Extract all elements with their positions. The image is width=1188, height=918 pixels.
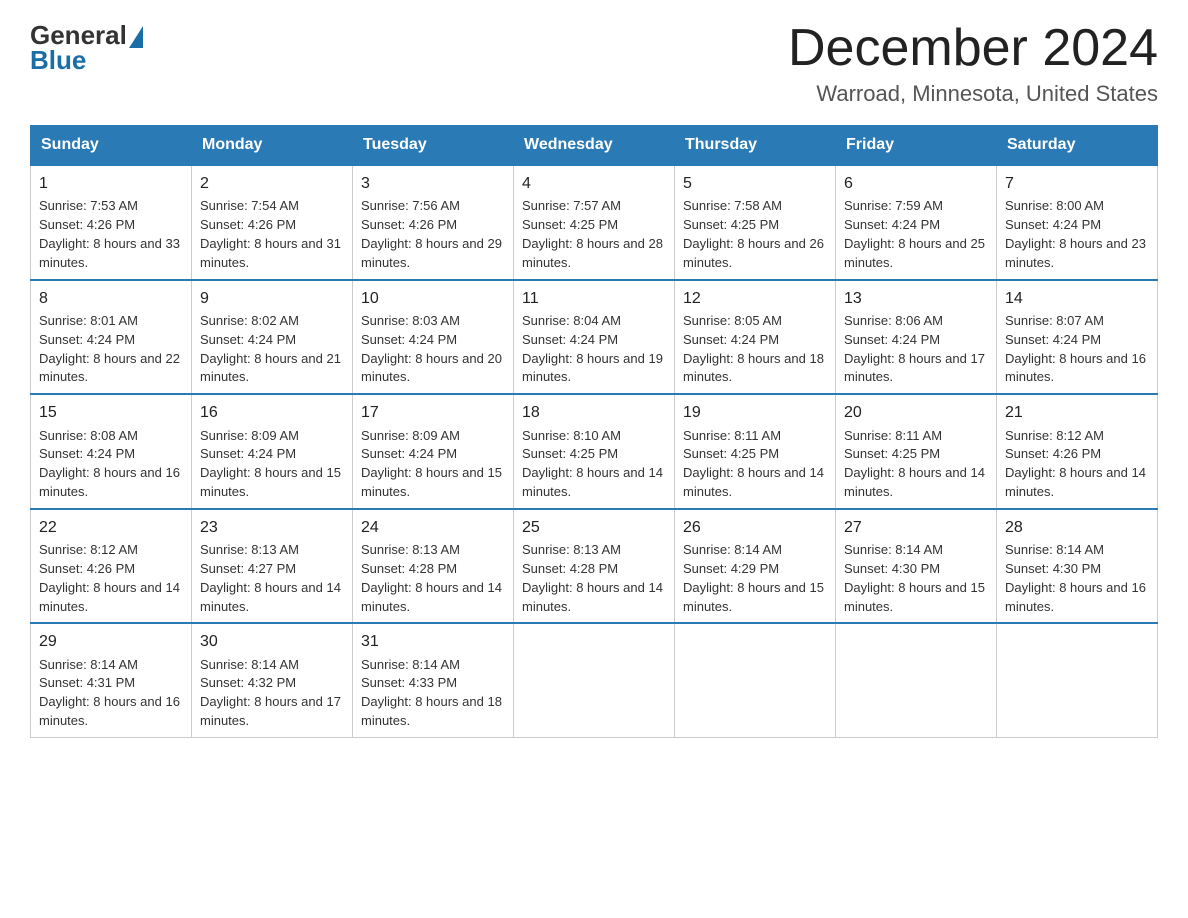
table-row [997,623,1158,737]
day-number: 8 [39,287,183,310]
calendar-week-row: 15Sunrise: 8:08 AMSunset: 4:24 PMDayligh… [31,394,1158,509]
table-row: 24Sunrise: 8:13 AMSunset: 4:28 PMDayligh… [353,509,514,624]
table-row: 7Sunrise: 8:00 AMSunset: 4:24 PMDaylight… [997,165,1158,280]
table-row: 3Sunrise: 7:56 AMSunset: 4:26 PMDaylight… [353,165,514,280]
day-number: 17 [361,401,505,424]
table-row: 31Sunrise: 8:14 AMSunset: 4:33 PMDayligh… [353,623,514,737]
day-number: 6 [844,172,988,195]
table-row: 23Sunrise: 8:13 AMSunset: 4:27 PMDayligh… [192,509,353,624]
day-number: 27 [844,516,988,539]
header-friday: Friday [836,126,997,166]
calendar-header-row: Sunday Monday Tuesday Wednesday Thursday… [31,126,1158,166]
day-number: 12 [683,287,827,310]
day-number: 21 [1005,401,1149,424]
day-number: 22 [39,516,183,539]
table-row: 26Sunrise: 8:14 AMSunset: 4:29 PMDayligh… [675,509,836,624]
table-row: 10Sunrise: 8:03 AMSunset: 4:24 PMDayligh… [353,280,514,395]
header-tuesday: Tuesday [353,126,514,166]
table-row: 14Sunrise: 8:07 AMSunset: 4:24 PMDayligh… [997,280,1158,395]
table-row: 18Sunrise: 8:10 AMSunset: 4:25 PMDayligh… [514,394,675,509]
table-row: 9Sunrise: 8:02 AMSunset: 4:24 PMDaylight… [192,280,353,395]
day-number: 23 [200,516,344,539]
logo-triangle-icon [129,26,143,48]
day-number: 4 [522,172,666,195]
logo: General Blue [30,20,143,76]
table-row: 1Sunrise: 7:53 AMSunset: 4:26 PMDaylight… [31,165,192,280]
table-row: 30Sunrise: 8:14 AMSunset: 4:32 PMDayligh… [192,623,353,737]
calendar-table: Sunday Monday Tuesday Wednesday Thursday… [30,125,1158,738]
table-row: 5Sunrise: 7:58 AMSunset: 4:25 PMDaylight… [675,165,836,280]
table-row [675,623,836,737]
table-row: 25Sunrise: 8:13 AMSunset: 4:28 PMDayligh… [514,509,675,624]
table-row: 17Sunrise: 8:09 AMSunset: 4:24 PMDayligh… [353,394,514,509]
day-number: 25 [522,516,666,539]
header-sunday: Sunday [31,126,192,166]
day-number: 18 [522,401,666,424]
page-header: General Blue December 2024 Warroad, Minn… [30,20,1158,107]
table-row: 4Sunrise: 7:57 AMSunset: 4:25 PMDaylight… [514,165,675,280]
table-row: 12Sunrise: 8:05 AMSunset: 4:24 PMDayligh… [675,280,836,395]
day-number: 10 [361,287,505,310]
month-title: December 2024 [788,20,1158,77]
table-row: 2Sunrise: 7:54 AMSunset: 4:26 PMDaylight… [192,165,353,280]
table-row: 11Sunrise: 8:04 AMSunset: 4:24 PMDayligh… [514,280,675,395]
day-number: 16 [200,401,344,424]
table-row: 19Sunrise: 8:11 AMSunset: 4:25 PMDayligh… [675,394,836,509]
day-number: 13 [844,287,988,310]
table-row: 13Sunrise: 8:06 AMSunset: 4:24 PMDayligh… [836,280,997,395]
day-number: 29 [39,630,183,653]
day-number: 15 [39,401,183,424]
calendar-week-row: 29Sunrise: 8:14 AMSunset: 4:31 PMDayligh… [31,623,1158,737]
day-number: 31 [361,630,505,653]
day-number: 20 [844,401,988,424]
table-row: 16Sunrise: 8:09 AMSunset: 4:24 PMDayligh… [192,394,353,509]
logo-blue-text: Blue [30,45,86,76]
day-number: 5 [683,172,827,195]
day-number: 30 [200,630,344,653]
table-row: 28Sunrise: 8:14 AMSunset: 4:30 PMDayligh… [997,509,1158,624]
header-saturday: Saturday [997,126,1158,166]
day-number: 11 [522,287,666,310]
table-row: 6Sunrise: 7:59 AMSunset: 4:24 PMDaylight… [836,165,997,280]
calendar-week-row: 22Sunrise: 8:12 AMSunset: 4:26 PMDayligh… [31,509,1158,624]
day-number: 14 [1005,287,1149,310]
day-number: 9 [200,287,344,310]
table-row: 20Sunrise: 8:11 AMSunset: 4:25 PMDayligh… [836,394,997,509]
day-number: 19 [683,401,827,424]
table-row: 21Sunrise: 8:12 AMSunset: 4:26 PMDayligh… [997,394,1158,509]
calendar-week-row: 1Sunrise: 7:53 AMSunset: 4:26 PMDaylight… [31,165,1158,280]
header-monday: Monday [192,126,353,166]
table-row [514,623,675,737]
table-row: 15Sunrise: 8:08 AMSunset: 4:24 PMDayligh… [31,394,192,509]
header-thursday: Thursday [675,126,836,166]
calendar-week-row: 8Sunrise: 8:01 AMSunset: 4:24 PMDaylight… [31,280,1158,395]
day-number: 26 [683,516,827,539]
table-row: 8Sunrise: 8:01 AMSunset: 4:24 PMDaylight… [31,280,192,395]
table-row: 27Sunrise: 8:14 AMSunset: 4:30 PMDayligh… [836,509,997,624]
location: Warroad, Minnesota, United States [788,81,1158,107]
day-number: 3 [361,172,505,195]
table-row: 29Sunrise: 8:14 AMSunset: 4:31 PMDayligh… [31,623,192,737]
table-row [836,623,997,737]
day-number: 7 [1005,172,1149,195]
title-section: December 2024 Warroad, Minnesota, United… [788,20,1158,107]
day-number: 1 [39,172,183,195]
day-number: 24 [361,516,505,539]
day-number: 2 [200,172,344,195]
header-wednesday: Wednesday [514,126,675,166]
day-number: 28 [1005,516,1149,539]
table-row: 22Sunrise: 8:12 AMSunset: 4:26 PMDayligh… [31,509,192,624]
